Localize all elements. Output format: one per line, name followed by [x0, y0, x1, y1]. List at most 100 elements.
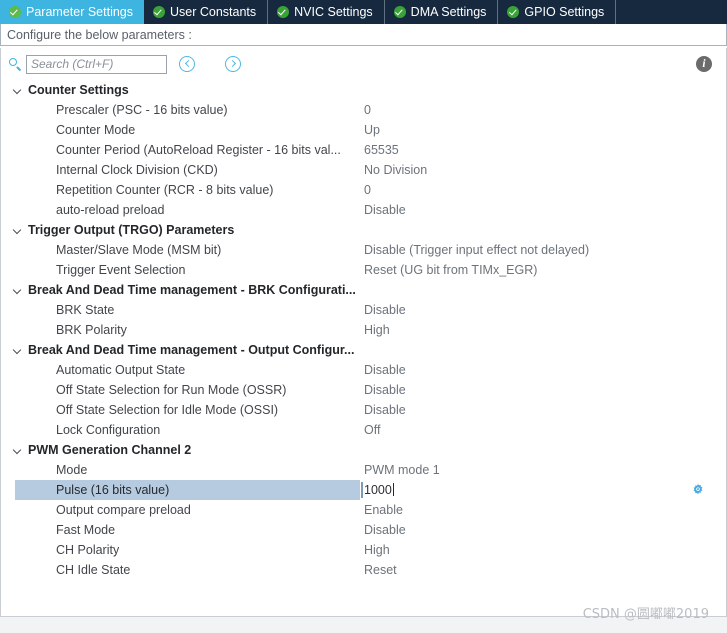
tree-group-label: Trigger Output (TRGO) Parameters	[28, 223, 235, 237]
parameter-value: PWM mode 1	[364, 463, 440, 477]
tab-label: Parameter Settings	[26, 5, 133, 19]
check-circle-icon	[9, 6, 21, 18]
tree-item-row[interactable]: Off State Selection for Run Mode (OSSR) D…	[1, 380, 726, 400]
parameter-label: Counter Period (AutoReload Register - 16…	[56, 143, 341, 157]
tree-item-row[interactable]: BRK State Disable	[1, 300, 726, 320]
parameter-value: High	[364, 323, 390, 337]
tree-toolbar: i	[1, 48, 726, 80]
chevron-down-icon[interactable]	[12, 225, 23, 236]
parameter-tree: Counter Settings Prescaler (PSC - 16 bits…	[1, 80, 726, 580]
parameter-value: Disable (Trigger input effect not delaye…	[364, 243, 590, 257]
watermark-text: CSDN @圆嘟嘟2019	[582, 607, 709, 622]
tab-dma-settings[interactable]: DMA Settings	[384, 0, 499, 24]
parameter-value: No Division	[364, 163, 428, 177]
parameter-label: Pulse (16 bits value)	[56, 483, 170, 497]
tab-label: DMA Settings	[410, 5, 487, 19]
parameter-value-input[interactable]: 1000	[364, 483, 394, 497]
tree-item-row[interactable]: CH Polarity High	[1, 540, 726, 560]
parameter-value: Disable	[364, 203, 406, 217]
tree-item-row[interactable]: Repetition Counter (RCR - 8 bits value) 0	[1, 180, 726, 200]
parameter-value: Disable	[364, 303, 406, 317]
tree-group-label: Counter Settings	[28, 83, 129, 97]
tree-item-row[interactable]: Trigger Event Selection Reset (UG bit fro…	[1, 260, 726, 280]
tree-group-row[interactable]: Counter Settings	[1, 80, 726, 100]
parameter-label: Prescaler (PSC - 16 bits value)	[56, 103, 228, 117]
instruction-text: Configure the below parameters :	[7, 27, 192, 42]
tree-item-row[interactable]: Automatic Output State Disable	[1, 360, 726, 380]
check-circle-icon	[507, 6, 520, 18]
chevron-left-circle-icon[interactable]	[179, 56, 195, 72]
tab-label: NVIC Settings	[294, 5, 373, 19]
tree-item-row[interactable]: Master/Slave Mode (MSM bit) Disable (Trig…	[1, 240, 726, 260]
gear-icon[interactable]	[691, 483, 705, 497]
tree-group-row[interactable]: Break And Dead Time management - BRK Con…	[1, 280, 726, 300]
tab-label: User Constants	[170, 5, 257, 19]
instruction-bar: Configure the below parameters :	[0, 24, 727, 46]
tab-user-constants[interactable]: User Constants	[144, 0, 269, 24]
tree-item-row[interactable]: Counter Period (AutoReload Register - 16…	[1, 140, 726, 160]
check-circle-icon	[393, 6, 406, 18]
chevron-down-icon[interactable]	[12, 85, 23, 96]
tree-group-label: Break And Dead Time management - Output …	[28, 343, 355, 357]
chevron-down-icon[interactable]	[12, 285, 23, 296]
tab-label: GPIO Settings	[524, 5, 605, 19]
tree-item-row[interactable]: Internal Clock Division (CKD) No Division	[1, 160, 726, 180]
tab-gpio-settings[interactable]: GPIO Settings	[498, 0, 617, 24]
parameter-value: 65535	[364, 143, 399, 157]
chevron-right-circle-icon[interactable]	[225, 56, 241, 72]
tree-group-row[interactable]: Break And Dead Time management - Output …	[1, 340, 726, 360]
parameter-value: Reset	[364, 563, 397, 577]
parameter-label: CH Polarity	[56, 543, 120, 557]
check-circle-icon	[277, 6, 290, 18]
tree-item-row[interactable]: Fast Mode Disable	[1, 520, 726, 540]
parameter-label: Master/Slave Mode (MSM bit)	[56, 243, 222, 257]
tree-item-row[interactable]: Pulse (16 bits value) 1000	[1, 480, 726, 500]
parameter-value: Disable	[364, 383, 406, 397]
tree-item-row[interactable]: BRK Polarity High	[1, 320, 726, 340]
tab-parameter-settings[interactable]: Parameter Settings	[0, 0, 144, 24]
search-input[interactable]	[26, 54, 167, 74]
tree-item-row[interactable]: Mode PWM mode 1	[1, 460, 726, 480]
parameter-label: Off State Selection for Idle Mode (OSSI)	[56, 403, 279, 417]
parameter-value: Up	[364, 123, 380, 137]
tree-item-row[interactable]: auto-reload preload Disable	[1, 200, 726, 220]
parameter-label: Internal Clock Division (CKD)	[56, 163, 218, 177]
parameter-value: Disable	[364, 403, 406, 417]
parameter-label: Automatic Output State	[56, 363, 186, 377]
parameter-label: BRK State	[56, 303, 115, 317]
tree-group-label: PWM Generation Channel 2	[28, 443, 192, 457]
tree-group-row[interactable]: PWM Generation Channel 2	[1, 440, 726, 460]
tree-item-row[interactable]: Lock Configuration Off	[1, 420, 726, 440]
tree-item-row[interactable]: Off State Selection for Idle Mode (OSSI)…	[1, 400, 726, 420]
tree-item-row[interactable]: Counter Mode Up	[1, 120, 726, 140]
parameter-label: Mode	[56, 463, 88, 477]
check-circle-icon	[153, 6, 165, 18]
parameter-label: Off State Selection for Run Mode (OSSR)	[56, 383, 287, 397]
tab-bar: Parameter Settings User Constants NVIC Set…	[0, 0, 727, 24]
tree-group-label: Break And Dead Time management - BRK Con…	[28, 283, 356, 297]
search-icon	[9, 57, 22, 71]
parameter-value: 0	[364, 103, 371, 117]
tree-group-row[interactable]: Trigger Output (TRGO) Parameters	[1, 220, 726, 240]
parameter-label: Fast Mode	[56, 523, 116, 537]
parameter-value: Disable	[364, 523, 406, 537]
tree-item-row[interactable]: Prescaler (PSC - 16 bits value) 0	[1, 100, 726, 120]
tab-nvic-settings[interactable]: NVIC Settings	[268, 0, 385, 24]
parameter-value: Disable	[364, 363, 406, 377]
parameter-value: Off	[364, 423, 381, 437]
parameter-label: BRK Polarity	[56, 323, 127, 337]
parameter-value: Enable	[364, 503, 403, 517]
parameter-label: auto-reload preload	[56, 203, 165, 217]
chevron-down-icon[interactable]	[12, 445, 23, 456]
parameter-label: Counter Mode	[56, 123, 136, 137]
parameter-label: CH Idle State	[56, 563, 131, 577]
text-caret	[392, 483, 394, 496]
tree-item-row[interactable]: CH Idle State Reset	[1, 560, 726, 580]
chevron-down-icon[interactable]	[12, 345, 23, 356]
parameter-label: Output compare preload	[56, 503, 191, 517]
parameter-value: 0	[364, 183, 371, 197]
info-icon[interactable]: i	[696, 56, 712, 72]
tree-item-row[interactable]: Output compare preload Enable	[1, 500, 726, 520]
parameter-label: Repetition Counter (RCR - 8 bits value)	[56, 183, 274, 197]
edit-field-edge	[361, 482, 363, 498]
